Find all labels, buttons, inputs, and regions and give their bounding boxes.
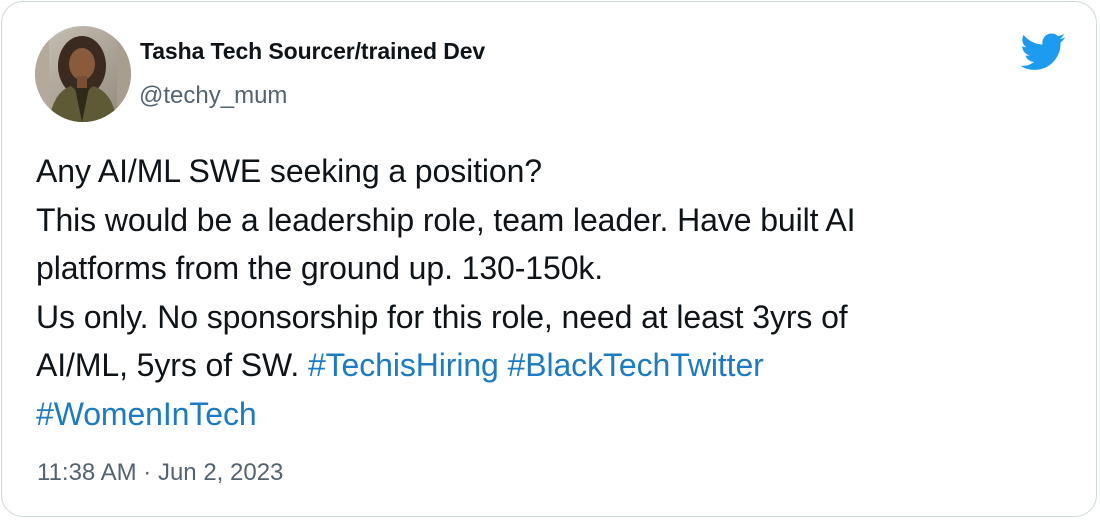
tweet-text: Any AI/ML SWE seeking a position? This w…	[36, 147, 1066, 438]
author-avatar[interactable]	[35, 26, 131, 122]
tweet-timestamp[interactable]: 11:38 AM · Jun 2, 2023	[37, 459, 283, 487]
tweet-line-text: AI/ML, 5yrs of SW.	[36, 347, 308, 383]
hashtag-link[interactable]: #WomenInTech	[36, 396, 257, 432]
avatar-image	[35, 26, 131, 122]
tweet-line: platforms from the ground up. 130-150k.	[36, 250, 604, 286]
tweet-card[interactable]: Tasha Tech Sourcer/trained Dev @techy_mu…	[1, 1, 1097, 517]
author-name[interactable]: Tasha Tech Sourcer/trained Dev	[140, 38, 485, 65]
hashtag-link[interactable]: #TechisHiring	[308, 347, 499, 383]
tweet-line: #WomenInTech	[36, 390, 1066, 439]
tweet-line: Any AI/ML SWE seeking a position?	[36, 153, 542, 189]
tweet-line: This would be a leadership role, team le…	[36, 201, 856, 238]
tweet-line: Us only. No sponsorship for this role, n…	[36, 298, 848, 335]
twitter-bird-icon[interactable]	[1020, 33, 1066, 71]
hashtag-link[interactable]: #BlackTechTwitter	[508, 347, 764, 383]
author-handle[interactable]: @techy_mum	[139, 82, 287, 110]
tweet-line: AI/ML, 5yrs of SW. #TechisHiring #BlackT…	[36, 341, 1066, 390]
